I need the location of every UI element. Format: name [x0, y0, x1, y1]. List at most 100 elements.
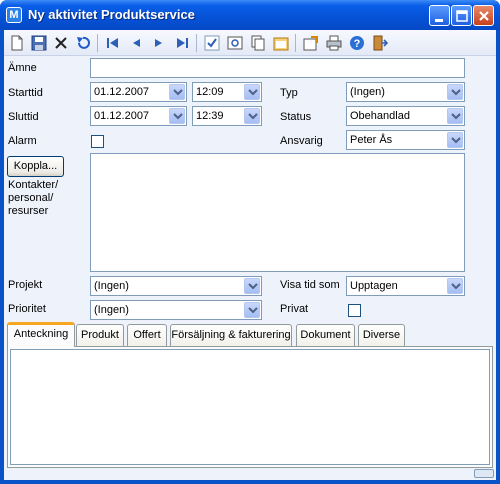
subject-input[interactable]: [90, 58, 465, 78]
connect-button[interactable]: Koppla...: [7, 156, 64, 177]
help-button[interactable]: ?: [347, 33, 367, 53]
project-select[interactable]: (Ingen): [90, 276, 262, 296]
end-time-value: 12:39: [196, 110, 224, 122]
last-record-button[interactable]: [172, 33, 192, 53]
start-date-dropdown[interactable]: [169, 84, 185, 100]
copy-icon: [251, 35, 265, 51]
tab-offert[interactable]: Offert: [127, 324, 167, 346]
project-label: Projekt: [8, 279, 43, 291]
responsible-value: Peter Ås: [350, 134, 393, 146]
responsible-select[interactable]: Peter Ås: [346, 130, 465, 150]
status-dropdown[interactable]: [447, 108, 463, 124]
notes-textarea[interactable]: [10, 349, 490, 465]
window-title: Ny aktivitet Produktservice: [28, 7, 195, 22]
next-record-button[interactable]: [149, 33, 169, 53]
close-button[interactable]: [473, 5, 494, 26]
exit-icon: [373, 35, 388, 51]
app-window: M Ny aktivitet Produktservice ? Ämne Sta…: [0, 0, 500, 484]
chevron-down-icon: [248, 307, 258, 314]
complete-button[interactable]: [202, 33, 222, 53]
type-label: Typ: [280, 87, 298, 99]
alarm-checkbox[interactable]: [91, 135, 104, 148]
tab-dokument[interactable]: Dokument: [296, 324, 355, 346]
close-icon: [479, 11, 489, 21]
chevron-down-icon: [173, 89, 183, 96]
alarm-label: Alarm: [8, 135, 37, 147]
status-label: Status: [280, 111, 312, 123]
tab-forsaljning-fakturering[interactable]: Försäljning & fakturering: [170, 324, 292, 346]
tab-strip: Anteckning Produkt Offert Försäljning & …: [4, 322, 496, 347]
copy-button[interactable]: [248, 33, 268, 53]
chevron-down-icon: [451, 89, 461, 96]
maximize-button[interactable]: [451, 5, 472, 26]
start-date-select[interactable]: 01.12.2007: [90, 82, 187, 102]
end-time-select[interactable]: 12:39: [192, 106, 262, 126]
preview-button[interactable]: [225, 33, 245, 53]
calendar-button[interactable]: [271, 33, 291, 53]
priority-value: (Ingen): [94, 304, 129, 316]
tab-diverse[interactable]: Diverse: [358, 324, 405, 346]
tab-anteckning[interactable]: Anteckning: [7, 322, 75, 347]
chevron-down-icon: [248, 283, 258, 290]
responsible-label: Ansvarig: [280, 135, 323, 147]
priority-dropdown[interactable]: [244, 302, 260, 318]
subject-label: Ämne: [8, 62, 37, 74]
print-icon: [326, 35, 342, 51]
check-icon: [204, 35, 220, 51]
end-date-dropdown[interactable]: [169, 108, 185, 124]
toolbar-separator: [295, 34, 296, 52]
exit-button[interactable]: [370, 33, 390, 53]
toolbar-separator: [97, 34, 98, 52]
chevron-down-icon: [451, 113, 461, 120]
tab-panel: [7, 346, 493, 468]
start-label: Starttid: [8, 87, 43, 99]
tab-produkt[interactable]: Produkt: [76, 324, 124, 346]
delete-button[interactable]: [51, 33, 71, 53]
private-label: Privat: [280, 303, 309, 315]
project-value: (Ingen): [94, 280, 129, 292]
delete-icon: [55, 37, 67, 49]
priority-select[interactable]: (Ingen): [90, 300, 262, 320]
svg-text:?: ?: [354, 38, 361, 50]
end-date-value: 01.12.2007: [94, 110, 150, 122]
end-label: Sluttid: [8, 111, 39, 123]
show-time-dropdown[interactable]: [447, 278, 463, 294]
type-dropdown[interactable]: [447, 84, 463, 100]
previous-record-icon: [133, 39, 140, 47]
title-bar[interactable]: M Ny aktivitet Produktservice: [0, 0, 500, 30]
minimize-button[interactable]: [429, 5, 450, 26]
status-select[interactable]: Obehandlad: [346, 106, 465, 126]
responsible-dropdown[interactable]: [447, 132, 463, 148]
status-bar: [4, 468, 496, 480]
chevron-down-icon: [173, 113, 183, 120]
start-time-select[interactable]: 12:09: [192, 82, 262, 102]
undo-button[interactable]: [73, 33, 93, 53]
properties-button[interactable]: [301, 33, 321, 53]
first-record-button[interactable]: [103, 33, 123, 53]
chevron-down-icon: [248, 89, 258, 96]
type-select[interactable]: (Ingen): [346, 82, 465, 102]
previous-record-button[interactable]: [126, 33, 146, 53]
print-button[interactable]: [324, 33, 344, 53]
help-icon: ?: [350, 36, 364, 50]
save-button[interactable]: [29, 33, 49, 53]
end-date-select[interactable]: 01.12.2007: [90, 106, 187, 126]
status-value: Obehandlad: [350, 110, 410, 122]
priority-label: Prioritet: [8, 303, 46, 315]
end-time-dropdown[interactable]: [244, 108, 260, 124]
maximize-icon: [456, 10, 468, 22]
show-time-value: Upptagen: [350, 280, 398, 292]
last-record-icon: [177, 38, 188, 48]
show-time-select[interactable]: Upptagen: [346, 276, 465, 296]
project-dropdown[interactable]: [244, 278, 260, 294]
start-time-dropdown[interactable]: [244, 84, 260, 100]
client-area: ? Ämne Starttid 01.12.2007 12:09 Typ (In…: [4, 30, 496, 480]
new-button[interactable]: [7, 33, 27, 53]
new-icon: [11, 35, 23, 51]
resize-grip-icon[interactable]: [474, 469, 494, 478]
contacts-list[interactable]: [90, 153, 465, 272]
save-icon: [31, 35, 47, 51]
next-record-icon: [155, 39, 162, 47]
contacts-label: Kontakter/ personal/ resurser: [8, 179, 59, 217]
private-checkbox[interactable]: [348, 304, 361, 317]
